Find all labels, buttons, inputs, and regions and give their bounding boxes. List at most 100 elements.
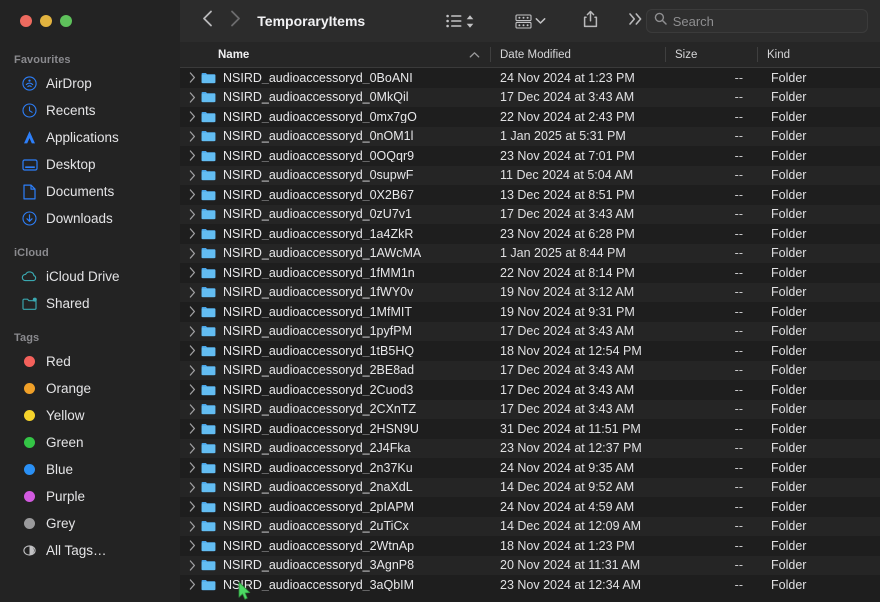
toolbar-overflow-button[interactable] <box>628 8 644 34</box>
cell-name[interactable]: NSIRD_audioaccessoryd_1tB5HQ <box>180 345 490 358</box>
table-row[interactable]: NSIRD_audioaccessoryd_2naXdL14 Dec 2024 … <box>180 478 880 498</box>
sidebar-item-purple[interactable]: Purple <box>8 483 172 510</box>
table-row[interactable]: NSIRD_audioaccessoryd_2pIAPM24 Nov 2024 … <box>180 497 880 517</box>
cell-name[interactable]: NSIRD_audioaccessoryd_3AgnP8 <box>180 559 490 572</box>
back-button[interactable] <box>194 8 222 34</box>
disclosure-triangle-icon[interactable] <box>184 306 200 317</box>
disclosure-triangle-icon[interactable] <box>184 482 200 493</box>
table-row[interactable]: NSIRD_audioaccessoryd_2uTiCx14 Dec 2024 … <box>180 517 880 537</box>
table-row[interactable]: NSIRD_audioaccessoryd_2HSN9U31 Dec 2024 … <box>180 419 880 439</box>
cell-name[interactable]: NSIRD_audioaccessoryd_1a4ZkR <box>180 228 490 241</box>
list-view-icon[interactable] <box>446 8 462 34</box>
sidebar-item-red[interactable]: Red <box>8 348 172 375</box>
table-row[interactable]: NSIRD_audioaccessoryd_1MfMIT19 Nov 2024 … <box>180 302 880 322</box>
table-row[interactable]: NSIRD_audioaccessoryd_1a4ZkR23 Nov 2024 … <box>180 224 880 244</box>
table-row[interactable]: NSIRD_audioaccessoryd_0mx7gO22 Nov 2024 … <box>180 107 880 127</box>
table-row[interactable]: NSIRD_audioaccessoryd_1tB5HQ18 Nov 2024 … <box>180 341 880 361</box>
sidebar-item-green[interactable]: Green <box>8 429 172 456</box>
table-row[interactable]: NSIRD_audioaccessoryd_3AgnP820 Nov 2024 … <box>180 556 880 576</box>
cell-name[interactable]: NSIRD_audioaccessoryd_0supwF <box>180 169 490 182</box>
table-row[interactable]: NSIRD_audioaccessoryd_2J4Fka23 Nov 2024 … <box>180 439 880 459</box>
table-row[interactable]: NSIRD_audioaccessoryd_2Cuod317 Dec 2024 … <box>180 380 880 400</box>
group-view-icon[interactable] <box>515 8 532 34</box>
cell-name[interactable]: NSIRD_audioaccessoryd_2WtnAp <box>180 540 490 553</box>
table-row[interactable]: NSIRD_audioaccessoryd_0supwF11 Dec 2024 … <box>180 166 880 186</box>
disclosure-triangle-icon[interactable] <box>184 384 200 395</box>
sidebar-item-documents[interactable]: Documents <box>8 178 172 205</box>
disclosure-triangle-icon[interactable] <box>184 501 200 512</box>
disclosure-triangle-icon[interactable] <box>184 521 200 532</box>
sidebar-item-all-tags[interactable]: All Tags… <box>8 537 172 564</box>
cell-name[interactable]: NSIRD_audioaccessoryd_2Cuod3 <box>180 384 490 397</box>
table-row[interactable]: NSIRD_audioaccessoryd_0OQqr923 Nov 2024 … <box>180 146 880 166</box>
cell-name[interactable]: NSIRD_audioaccessoryd_0OQqr9 <box>180 150 490 163</box>
sidebar-item-shared[interactable]: Shared <box>8 290 172 317</box>
cell-name[interactable]: NSIRD_audioaccessoryd_1AWcMA <box>180 247 490 260</box>
sidebar-item-grey[interactable]: Grey <box>8 510 172 537</box>
cell-name[interactable]: NSIRD_audioaccessoryd_2J4Fka <box>180 442 490 455</box>
sidebar-item-airdrop[interactable]: AirDrop <box>8 70 172 97</box>
view-mode-control[interactable] <box>446 8 475 34</box>
cell-name[interactable]: NSIRD_audioaccessoryd_3aQbIM <box>180 579 490 592</box>
table-row[interactable]: NSIRD_audioaccessoryd_0X2B6713 Dec 2024 … <box>180 185 880 205</box>
column-header-kind[interactable]: Kind <box>757 42 880 67</box>
table-row[interactable]: NSIRD_audioaccessoryd_2n37Ku24 Nov 2024 … <box>180 458 880 478</box>
disclosure-triangle-icon[interactable] <box>184 423 200 434</box>
sort-updown-icon[interactable] <box>465 8 475 34</box>
cell-name[interactable]: NSIRD_audioaccessoryd_2pIAPM <box>180 501 490 514</box>
share-button[interactable] <box>583 8 598 34</box>
cell-name[interactable]: NSIRD_audioaccessoryd_2naXdL <box>180 481 490 494</box>
table-row[interactable]: NSIRD_audioaccessoryd_1AWcMA1 Jan 2025 a… <box>180 244 880 264</box>
sidebar-item-yellow[interactable]: Yellow <box>8 402 172 429</box>
cell-name[interactable]: NSIRD_audioaccessoryd_0zU7v1 <box>180 208 490 221</box>
cell-name[interactable]: NSIRD_audioaccessoryd_2CXnTZ <box>180 403 490 416</box>
table-row[interactable]: NSIRD_audioaccessoryd_0nOM1l1 Jan 2025 a… <box>180 127 880 147</box>
sidebar-item-recents[interactable]: Recents <box>8 97 172 124</box>
disclosure-triangle-icon[interactable] <box>184 170 200 181</box>
table-row[interactable]: NSIRD_audioaccessoryd_1fWY0v19 Nov 2024 … <box>180 283 880 303</box>
table-row[interactable]: NSIRD_audioaccessoryd_0BoANI24 Nov 2024 … <box>180 68 880 88</box>
forward-button[interactable] <box>222 8 250 34</box>
table-row[interactable]: NSIRD_audioaccessoryd_2BE8ad17 Dec 2024 … <box>180 361 880 381</box>
search-field[interactable]: Search <box>646 9 868 33</box>
disclosure-triangle-icon[interactable] <box>184 131 200 142</box>
disclosure-triangle-icon[interactable] <box>184 462 200 473</box>
disclosure-triangle-icon[interactable] <box>184 92 200 103</box>
column-header-name[interactable]: Name <box>180 42 490 67</box>
cell-name[interactable]: NSIRD_audioaccessoryd_2uTiCx <box>180 520 490 533</box>
disclosure-triangle-icon[interactable] <box>184 228 200 239</box>
cell-name[interactable]: NSIRD_audioaccessoryd_0MkQil <box>180 91 490 104</box>
disclosure-triangle-icon[interactable] <box>184 189 200 200</box>
table-row[interactable]: NSIRD_audioaccessoryd_3aQbIM23 Nov 2024 … <box>180 575 880 595</box>
sidebar-item-orange[interactable]: Orange <box>8 375 172 402</box>
table-row[interactable]: NSIRD_audioaccessoryd_0MkQil17 Dec 2024 … <box>180 88 880 108</box>
disclosure-triangle-icon[interactable] <box>184 443 200 454</box>
disclosure-triangle-icon[interactable] <box>184 404 200 415</box>
table-row[interactable]: NSIRD_audioaccessoryd_2CXnTZ17 Dec 2024 … <box>180 400 880 420</box>
disclosure-triangle-icon[interactable] <box>184 326 200 337</box>
disclosure-triangle-icon[interactable] <box>184 365 200 376</box>
column-header-size[interactable]: Size <box>665 42 757 67</box>
cell-name[interactable]: NSIRD_audioaccessoryd_1fMM1n <box>180 267 490 280</box>
disclosure-triangle-icon[interactable] <box>184 248 200 259</box>
disclosure-triangle-icon[interactable] <box>184 209 200 220</box>
sidebar-item-blue[interactable]: Blue <box>8 456 172 483</box>
cell-name[interactable]: NSIRD_audioaccessoryd_2n37Ku <box>180 462 490 475</box>
table-row[interactable]: NSIRD_audioaccessoryd_0zU7v117 Dec 2024 … <box>180 205 880 225</box>
table-row[interactable]: NSIRD_audioaccessoryd_1pyfPM17 Dec 2024 … <box>180 322 880 342</box>
disclosure-triangle-icon[interactable] <box>184 579 200 590</box>
cell-name[interactable]: NSIRD_audioaccessoryd_1pyfPM <box>180 325 490 338</box>
table-row[interactable]: NSIRD_audioaccessoryd_2WtnAp18 Nov 2024 … <box>180 536 880 556</box>
sidebar-item-desktop[interactable]: Desktop <box>8 151 172 178</box>
disclosure-triangle-icon[interactable] <box>184 560 200 571</box>
sidebar-item-applications[interactable]: Applications <box>8 124 172 151</box>
disclosure-triangle-icon[interactable] <box>184 72 200 83</box>
group-by-control[interactable] <box>515 8 546 34</box>
column-header-date[interactable]: Date Modified <box>490 42 665 67</box>
disclosure-triangle-icon[interactable] <box>184 345 200 356</box>
chevron-down-icon[interactable] <box>535 8 546 34</box>
cell-name[interactable]: NSIRD_audioaccessoryd_0X2B67 <box>180 189 490 202</box>
close-button[interactable] <box>20 15 32 27</box>
cell-name[interactable]: NSIRD_audioaccessoryd_0mx7gO <box>180 111 490 124</box>
disclosure-triangle-icon[interactable] <box>184 150 200 161</box>
